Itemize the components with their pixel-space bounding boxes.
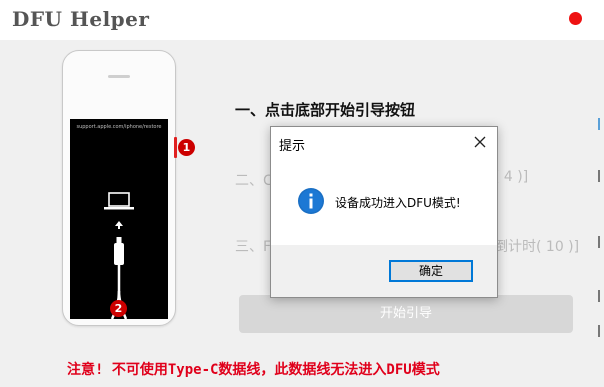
- start-guide-button[interactable]: 开始引导: [239, 295, 573, 333]
- app-title: DFU Helper: [12, 7, 150, 31]
- iphone-illustration: support.apple.com/iphone/restore: [62, 50, 176, 326]
- phone-speaker: [108, 75, 130, 78]
- message-dialog: 提示 设备成功进入DFU模式! 确定: [270, 126, 498, 298]
- arrow-up-icon: [115, 221, 123, 229]
- laptop-icon: [104, 192, 134, 210]
- close-icon[interactable]: [472, 134, 488, 150]
- step-2-prefix: 二、C: [235, 173, 273, 189]
- side-button-indicator: [174, 137, 177, 158]
- edge-fragment: [598, 118, 604, 130]
- step-3-countdown: 倒计时( 10 )]: [494, 239, 580, 255]
- warning-text: 注意! 不可使用Type-C数据线，此数据线无法进入DFU模式: [67, 362, 440, 378]
- info-icon: [298, 188, 324, 214]
- dialog-footer: 确定: [271, 245, 497, 297]
- step-3-prefix: 三、F: [235, 239, 272, 255]
- edge-fragment: [598, 290, 604, 302]
- close-window-button[interactable]: [569, 12, 582, 25]
- dialog-body: 设备成功进入DFU模式!: [271, 159, 497, 245]
- home-button-badge: 2: [110, 300, 127, 317]
- step-1-text: 一、点击底部开始引导按钮: [235, 101, 416, 119]
- screen-url: support.apple.com/iphone/restore: [76, 124, 162, 130]
- title-bar: DFU Helper: [0, 0, 604, 40]
- step-2-countdown: ( 4 )]: [494, 169, 529, 185]
- edge-fragment: [598, 236, 604, 248]
- phone-screen: support.apple.com/iphone/restore: [70, 119, 168, 319]
- edge-fragment: [598, 170, 604, 182]
- dialog-message: 设备成功进入DFU模式!: [335, 196, 461, 210]
- edge-fragment: [598, 325, 604, 337]
- ok-button[interactable]: 确定: [389, 260, 473, 282]
- dialog-title: 提示: [279, 139, 306, 154]
- side-button-badge: 1: [178, 139, 195, 156]
